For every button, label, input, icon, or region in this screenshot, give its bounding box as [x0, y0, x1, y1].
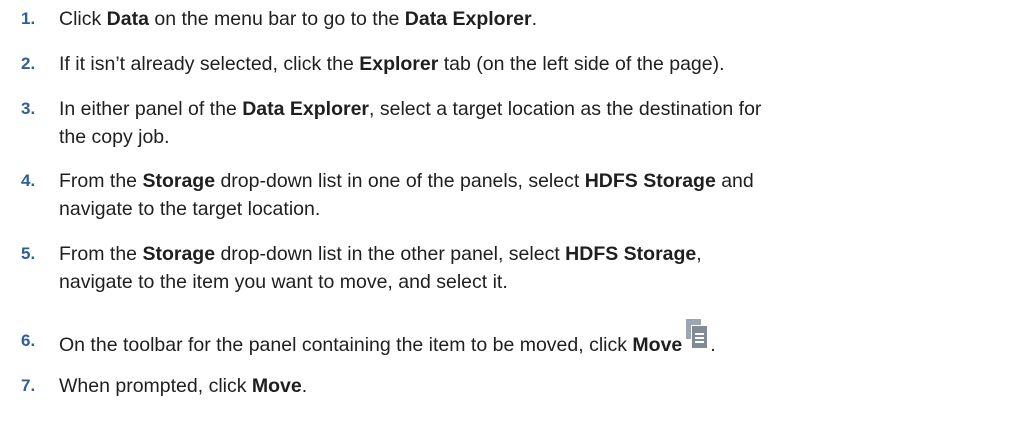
- step-text-run: the copy job.: [59, 126, 170, 148]
- step-number: 3.: [21, 99, 36, 118]
- step-number: 4.: [21, 171, 36, 190]
- step-text-run: navigate to the target location.: [59, 198, 321, 220]
- ui-term: HDFS Storage: [584, 170, 716, 192]
- step-text-run: , select a target location as the destin…: [369, 98, 762, 120]
- ui-term: Explorer: [359, 53, 439, 75]
- step-text: From the Storage drop-down list in the o…: [59, 240, 1019, 296]
- step-text: In either panel of the Data Explorer, se…: [59, 95, 1019, 151]
- step-text-run: navigate to the item you want to move, a…: [59, 271, 508, 293]
- ui-term: HDFS Storage: [565, 243, 697, 265]
- step-text: Click Data on the menu bar to go to the …: [59, 5, 1019, 33]
- step-text-run: .: [710, 334, 716, 356]
- step-text-run: drop-down list in the other panel, selec…: [215, 243, 566, 265]
- step-text-run: ,: [696, 243, 702, 265]
- step-text: When prompted, click Move.: [59, 372, 1019, 400]
- step-text-run: .: [301, 375, 308, 397]
- step-text-run: and: [715, 170, 754, 192]
- step-number: 7.: [21, 376, 36, 395]
- step-text-run: Click: [59, 8, 107, 30]
- ui-term: Move: [251, 375, 302, 397]
- step-text-run: On the toolbar for the panel containing …: [59, 334, 633, 356]
- step-text-run: When prompted, click: [59, 375, 252, 397]
- step-text-run: From the: [59, 243, 143, 265]
- step-text-run: on the menu bar to go to the: [148, 8, 405, 30]
- ui-term: Data Explorer: [404, 8, 532, 30]
- ui-term: Storage: [142, 170, 216, 192]
- step-text-run: If it isn’t already selected, click the: [59, 53, 360, 75]
- step-text-run: drop-down list in one of the panels, sel…: [215, 170, 585, 192]
- step-text-run: From the: [59, 170, 143, 192]
- ui-term: Data: [106, 8, 149, 30]
- step-text-run: .: [531, 8, 538, 30]
- step-number: 2.: [21, 54, 36, 73]
- ui-term: Move: [632, 334, 683, 356]
- procedure-steps: 1. Click Data on the menu bar to go to t…: [0, 0, 1032, 442]
- ui-term: Data Explorer: [242, 98, 370, 120]
- step-number: 1.: [21, 9, 36, 28]
- step-number: 6.: [21, 331, 36, 350]
- ui-term: Storage: [142, 243, 216, 265]
- step-text: From the Storage drop-down list in one o…: [59, 167, 1019, 223]
- step-text: If it isn’t already selected, click the …: [59, 50, 1019, 78]
- step-text: On the toolbar for the panel containing …: [59, 319, 1019, 359]
- step-text-run: tab (on the left side of the page).: [438, 53, 725, 75]
- step-number: 5.: [21, 244, 36, 263]
- move-icon: [686, 319, 710, 353]
- step-text-run: In either panel of the: [59, 98, 243, 120]
